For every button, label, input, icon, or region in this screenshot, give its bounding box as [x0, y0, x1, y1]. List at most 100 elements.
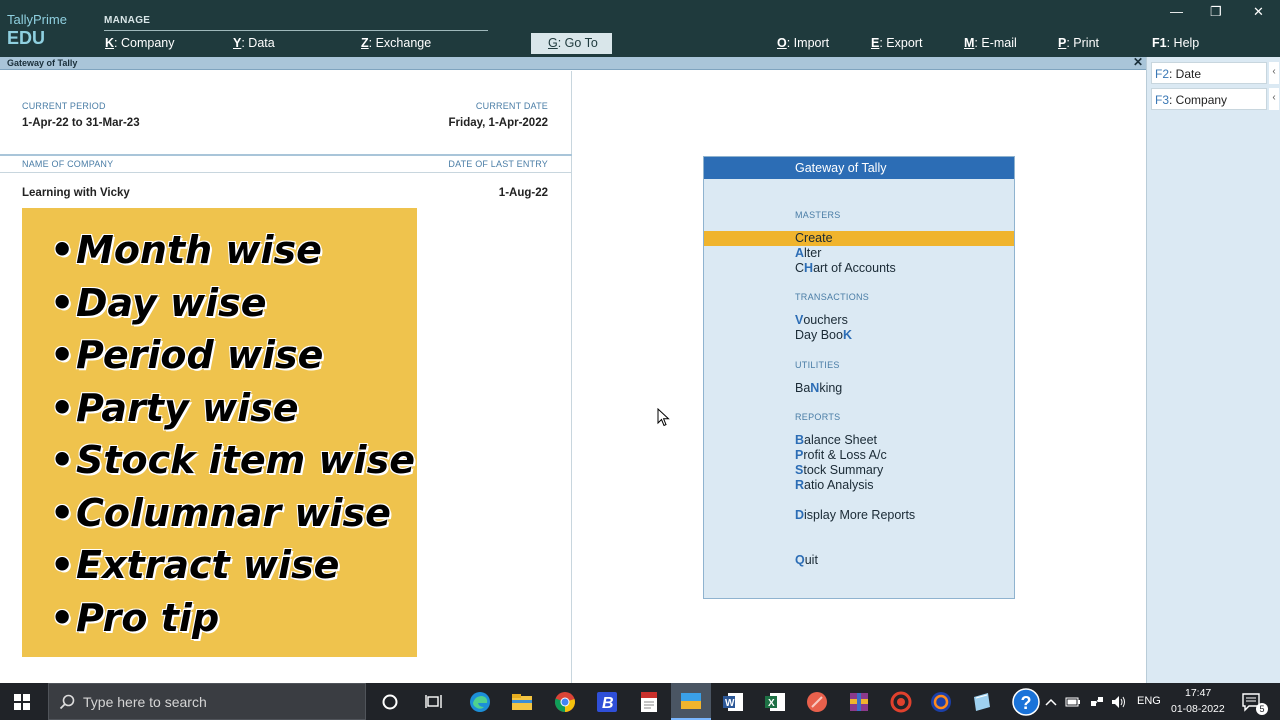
task-view-icon[interactable]	[414, 683, 454, 720]
paint-icon[interactable]	[797, 683, 837, 720]
balance-label: alance Sheet	[804, 433, 878, 447]
bullet: •	[50, 280, 75, 325]
excel-icon[interactable]: X	[755, 683, 795, 720]
chart-label: art of Accounts	[813, 261, 896, 275]
import-menu[interactable]: O: Import	[777, 36, 829, 50]
topic-item: •Day wise	[50, 277, 417, 330]
gateway-bar-title: Gateway of Tally	[7, 58, 78, 68]
topic-item: •Month wise	[50, 224, 417, 277]
notification-icon[interactable]: 5	[1232, 683, 1272, 720]
display-key: D	[795, 508, 805, 522]
volume-icon[interactable]	[1108, 683, 1130, 720]
exchange-menu[interactable]: Z: Exchange	[361, 36, 431, 50]
create-label: Create	[795, 231, 833, 245]
menu-create[interactable]: Create	[704, 231, 1014, 246]
chevron-up-icon[interactable]	[1040, 683, 1062, 720]
file-explorer-icon[interactable]	[502, 683, 542, 720]
export-label: : Export	[879, 36, 923, 50]
menu-vouchers[interactable]: Vouchers	[704, 313, 1014, 328]
close-icon[interactable]: ✕	[1133, 55, 1143, 69]
bold-app-icon[interactable]: B	[587, 683, 627, 720]
transactions-section-label: TRANSACTIONS	[795, 292, 870, 302]
notepad-icon[interactable]	[962, 683, 1002, 720]
topic-item: •Party wise	[50, 382, 417, 435]
banking-pre: Ba	[795, 381, 811, 395]
edge-icon[interactable]	[460, 683, 500, 720]
chevron-left-icon[interactable]: ‹	[1269, 62, 1279, 84]
data-menu[interactable]: Y: Data	[233, 36, 275, 50]
bullet: •	[50, 228, 75, 272]
chevron-left-icon[interactable]: ‹	[1269, 88, 1279, 110]
windows-taskbar: Type here to search B W X ? ENG 17:47 01…	[0, 683, 1280, 720]
svg-text:?: ?	[1021, 693, 1032, 713]
menu-profit-loss[interactable]: Profit & Loss A/c	[704, 448, 1014, 463]
goto-button[interactable]: G: Go To	[531, 33, 612, 54]
topic-text: Period wise	[76, 333, 324, 377]
topic-text: Month wise	[76, 228, 322, 272]
notification-count: 5	[1256, 703, 1268, 715]
restore-button[interactable]: ❐	[1210, 4, 1222, 20]
date-button[interactable]: F2: Date	[1151, 62, 1267, 84]
menu-banking[interactable]: BaNking	[704, 381, 1014, 396]
company-menu[interactable]: K: Company	[105, 36, 174, 50]
battery-icon[interactable]	[1062, 683, 1084, 720]
taskbar-search-input[interactable]: Type here to search	[48, 683, 366, 720]
help-menu[interactable]: F1: Help	[1152, 36, 1199, 50]
utilities-section-label: UTILITIES	[795, 360, 840, 370]
topic-text: Extract wise	[76, 543, 340, 587]
menu-display-more-reports[interactable]: Display More Reports	[704, 508, 1014, 523]
print-label: : Print	[1066, 36, 1099, 50]
word-icon[interactable]: W	[713, 683, 753, 720]
ratio-label: atio Analysis	[804, 478, 874, 492]
clock-time[interactable]: 17:47	[1185, 687, 1211, 699]
email-menu[interactable]: M: E-mail	[964, 36, 1017, 50]
clock-date[interactable]: 01-08-2022	[1171, 703, 1225, 715]
help-label: : Help	[1166, 36, 1200, 50]
topic-item: •Extract wise	[50, 539, 417, 592]
network-icon[interactable]	[1086, 683, 1108, 720]
import-key: O	[777, 36, 787, 50]
cortana-icon[interactable]	[370, 683, 410, 720]
company-button[interactable]: F3: Company	[1151, 88, 1267, 110]
brand-line2: EDU	[7, 28, 46, 48]
menu-balance-sheet[interactable]: Balance Sheet	[704, 433, 1014, 448]
alter-key: A	[795, 246, 805, 260]
tallyprime-taskbar-icon[interactable]	[671, 683, 711, 720]
menu-alter[interactable]: Alter	[704, 246, 1014, 261]
windows-start-icon[interactable]	[2, 683, 42, 720]
menu-chart-of-accounts[interactable]: CHart of Accounts	[704, 261, 1014, 276]
language-indicator[interactable]: ENG	[1137, 695, 1161, 707]
search-icon	[59, 694, 75, 710]
menu-quit[interactable]: Quit	[704, 553, 1014, 568]
pdf-reader-icon[interactable]	[629, 683, 669, 720]
menu-ratio-analysis[interactable]: Ratio Analysis	[704, 478, 1014, 493]
menu-day-book[interactable]: Day BooK	[704, 328, 1014, 343]
close-window-button[interactable]: ✕	[1253, 4, 1264, 20]
print-menu[interactable]: P: Print	[1058, 36, 1099, 50]
company-name[interactable]: Learning with Vicky	[22, 187, 130, 199]
search-placeholder: Type here to search	[83, 694, 207, 710]
minimize-button[interactable]: —	[1170, 4, 1183, 19]
email-label: : E-mail	[974, 36, 1017, 50]
export-menu[interactable]: E: Export	[871, 36, 922, 50]
company-info-panel: CURRENT PERIOD 1-Apr-22 to 31-Mar-23 CUR…	[0, 71, 572, 683]
brand-line1: TallyPrime	[7, 12, 67, 27]
chrome-icon[interactable]	[545, 683, 585, 720]
last-entry-date: 1-Aug-22	[498, 187, 548, 199]
archive-icon[interactable]	[839, 683, 879, 720]
gateway-menu: Gateway of Tally MASTERS Create Alter CH…	[703, 156, 1015, 599]
bullet: •	[50, 490, 75, 535]
company-label: : Company	[1169, 93, 1228, 107]
topic-text: Pro tip	[76, 595, 220, 640]
company-key: F3	[1155, 93, 1170, 107]
date-label: : Date	[1169, 67, 1202, 81]
help-key: F1	[1152, 36, 1167, 50]
recorder-icon[interactable]	[881, 683, 921, 720]
svg-text:B: B	[602, 695, 614, 712]
topic-text: Party wise	[76, 385, 299, 430]
app-icon[interactable]	[921, 683, 961, 720]
daybook-label: Day Boo	[795, 328, 843, 342]
import-label: : Import	[786, 36, 830, 50]
exchange-key: Z	[361, 36, 369, 50]
menu-stock-summary[interactable]: Stock Summary	[704, 463, 1014, 478]
